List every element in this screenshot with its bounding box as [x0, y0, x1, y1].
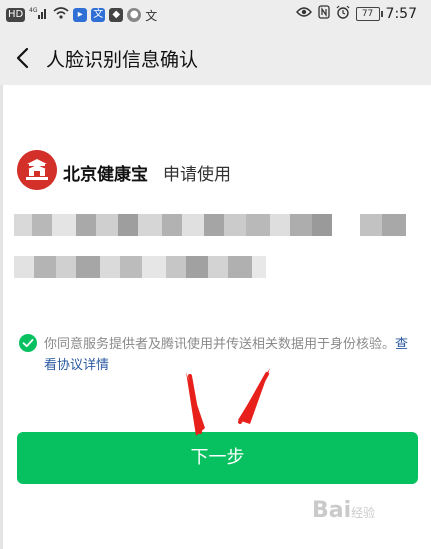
back-button[interactable]	[12, 44, 36, 72]
signal-icon: 4G	[29, 6, 49, 24]
app-name: 北京健康宝	[63, 165, 148, 185]
status-bar: HD 4G ▸ 文 ◆ ● 文 77 7:57	[0, 0, 431, 30]
arrow-left-icon	[186, 372, 205, 436]
left-edge-divider	[0, 85, 3, 549]
app-logo	[17, 150, 57, 190]
gate-tower-icon	[17, 150, 57, 190]
input-icon: 文	[145, 8, 158, 23]
page-title: 人脸识别信息确认	[46, 49, 199, 71]
consent-statement: 你同意服务提供者及腾讯使用并传送相关数据用于身份核验。	[44, 337, 396, 352]
obscured-user-info	[12, 210, 412, 310]
alarm-icon	[336, 5, 350, 23]
app-icon: ◆	[109, 8, 124, 22]
app-request-text: 申请使用	[163, 165, 231, 185]
notification-icon: ▸	[73, 8, 88, 22]
baidu-watermark: Bai经验	[312, 498, 376, 523]
wifi-icon	[53, 6, 69, 24]
consent-checkbox[interactable]	[19, 334, 37, 352]
arrow-right-icon	[238, 368, 270, 424]
translate-icon: 文	[91, 8, 106, 22]
checkmark-icon	[22, 339, 34, 348]
status-icons-right: 77 7:57	[295, 5, 417, 23]
consent-text: 你同意服务提供者及腾讯使用并传送相关数据用于身份核验。查看协议详情	[44, 334, 419, 376]
next-button[interactable]: 下一步	[17, 432, 418, 484]
battery-icon: 77	[355, 7, 383, 21]
eye-icon	[295, 6, 312, 22]
clock: 7:57	[385, 6, 417, 22]
chevron-left-icon	[16, 47, 29, 69]
status-icons-left: HD 4G ▸ 文 ◆ ● 文	[6, 6, 157, 24]
hd-icon: HD	[6, 8, 26, 22]
chat-icon: ●	[127, 8, 142, 22]
svg-text:4G: 4G	[29, 7, 38, 14]
nav-header: 人脸识别信息确认	[0, 30, 431, 85]
nfc-icon	[317, 5, 330, 23]
